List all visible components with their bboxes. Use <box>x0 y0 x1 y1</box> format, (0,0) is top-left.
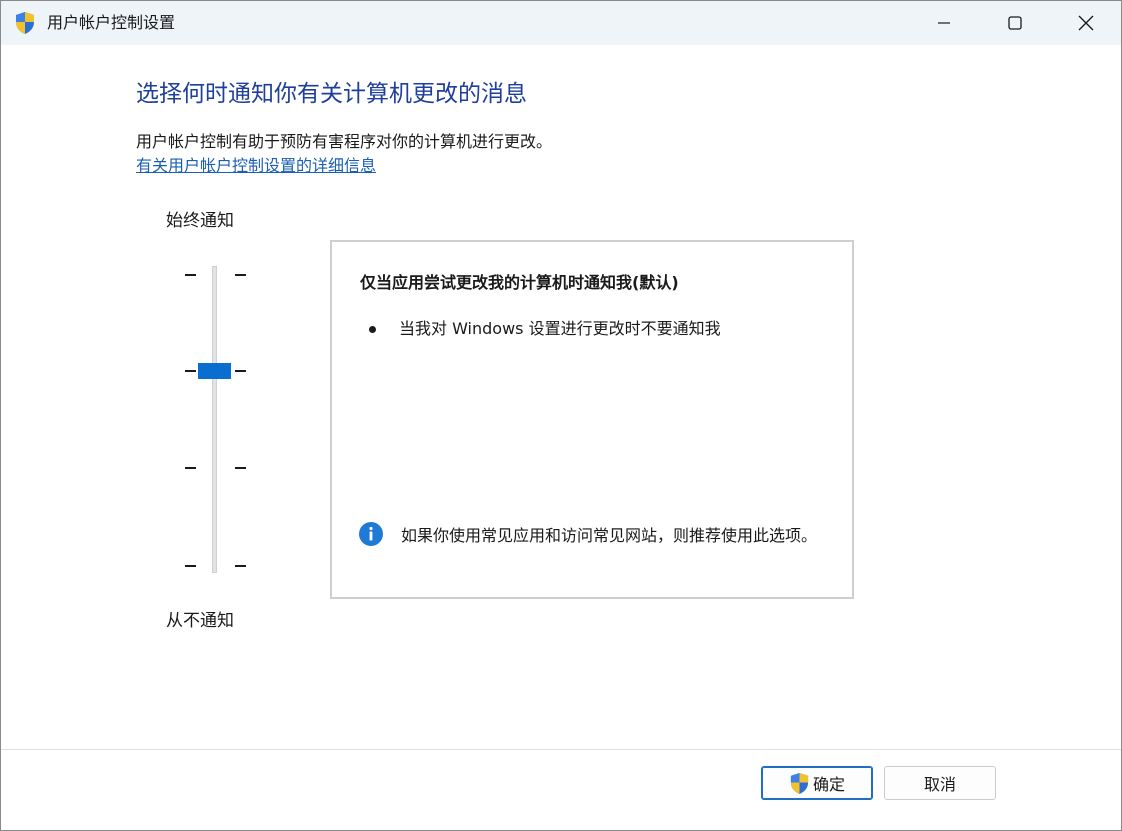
slider-tick <box>185 565 196 567</box>
slider-tick <box>185 370 196 372</box>
slider-tick <box>235 274 246 276</box>
uac-shield-icon <box>16 12 34 34</box>
slider-tick <box>185 274 196 276</box>
level-description-panel: 仅当应用尝试更改我的计算机时通知我(默认) 当我对 Windows 设置进行更改… <box>330 240 854 599</box>
ok-button[interactable]: 确定 <box>761 766 873 800</box>
cancel-button[interactable]: 取消 <box>884 766 996 800</box>
maximize-icon <box>1008 16 1022 30</box>
slider-top-label: 始终通知 <box>166 211 234 231</box>
slider-tick <box>235 370 246 372</box>
more-info-link[interactable]: 有关用户帐户控制设置的详细信息 <box>136 155 376 177</box>
maximize-button[interactable] <box>980 1 1050 45</box>
close-icon <box>1078 15 1094 31</box>
slider-tick <box>235 565 246 567</box>
bullet-icon <box>369 326 376 333</box>
slider-tick <box>235 467 246 469</box>
title-bar: 用户帐户控制设置 <box>1 1 1121 45</box>
slider-tick <box>185 467 196 469</box>
ok-button-label: 确定 <box>812 775 845 794</box>
level-bullet-text: 当我对 Windows 设置进行更改时不要通知我 <box>399 319 721 338</box>
slider-thumb[interactable] <box>198 363 231 379</box>
cancel-button-label: 取消 <box>923 775 956 794</box>
minimize-button[interactable] <box>909 1 979 45</box>
notification-level-slider[interactable] <box>177 261 257 581</box>
info-icon <box>359 522 383 546</box>
uac-settings-window: 用户帐户控制设置 选择何时通知你有关计算机更改的消息 用户帐户控制有助于预防有害… <box>0 0 1122 831</box>
level-title: 仅当应用尝试更改我的计算机时通知我(默认) <box>360 273 679 292</box>
footer-divider <box>1 749 1121 750</box>
close-button[interactable] <box>1051 1 1121 45</box>
window-title: 用户帐户控制设置 <box>47 13 176 32</box>
slider-bottom-label: 从不通知 <box>166 611 234 631</box>
page-heading: 选择何时通知你有关计算机更改的消息 <box>136 81 527 107</box>
minimize-icon <box>938 22 950 24</box>
recommendation-text: 如果你使用常见应用和访问常见网站，则推荐使用此选项。 <box>401 526 818 545</box>
description-text: 用户帐户控制有助于预防有害程序对你的计算机进行更改。 <box>136 132 553 151</box>
uac-shield-icon <box>790 772 809 794</box>
slider-track[interactable] <box>212 266 217 573</box>
